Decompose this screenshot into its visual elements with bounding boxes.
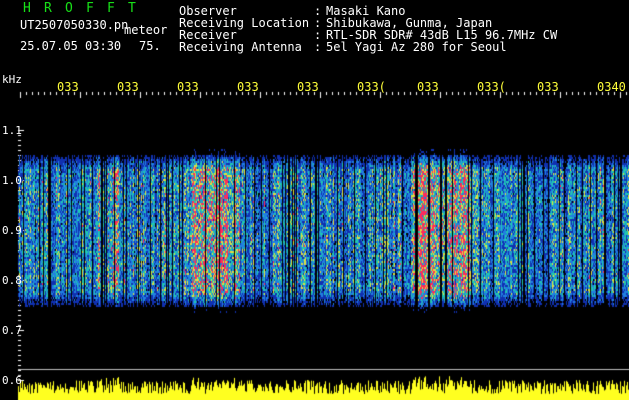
time-tick-label: 033 [417,80,439,94]
station-value: 5el Yagi Az 280 for Seoul [326,40,507,54]
station-key: Receiving Antenna [179,40,302,54]
freq-tick-label: 0.6 [2,374,22,387]
meteor-count: 75. [139,39,161,53]
time-tick-label: 033 [177,80,199,94]
time-tick-label: 033 [237,80,259,94]
brand-letter: O [65,1,73,16]
time-tick-label: 033( [357,80,386,94]
freq-tick-label: 1.1 [2,124,22,137]
brand-letter: F [107,1,115,16]
filename-label: UT2507050330.pn [20,18,129,32]
time-tick-label: 033 [117,80,139,94]
hrofft-brand: HROFFT [23,1,149,16]
brand-letter: F [86,1,94,16]
time-tick-label: 033 [297,80,319,94]
freq-tick-label: 1.0 [2,174,22,187]
time-tick-label: 033 [57,80,79,94]
station-row: Receiving Antenna:5el Yagi Az 280 for Se… [179,40,507,54]
freq-tick-label: 0.7 [2,324,22,337]
meteor-label: meteor [124,23,168,37]
brand-letter: H [23,1,31,16]
datetime-label: 25.07.05 03:30 [20,39,122,53]
freq-tick-label: 0.9 [2,224,22,237]
freq-tick-label: 0.8 [2,274,22,287]
time-tick-label: 033( [477,80,506,94]
time-tick-label: 033 [537,80,559,94]
spectrogram-canvas [0,0,629,400]
time-tick-label: 0340 [597,80,626,94]
brand-letter: R [44,1,52,16]
brand-letter: T [128,1,136,16]
unit-label: kHz [2,73,22,86]
